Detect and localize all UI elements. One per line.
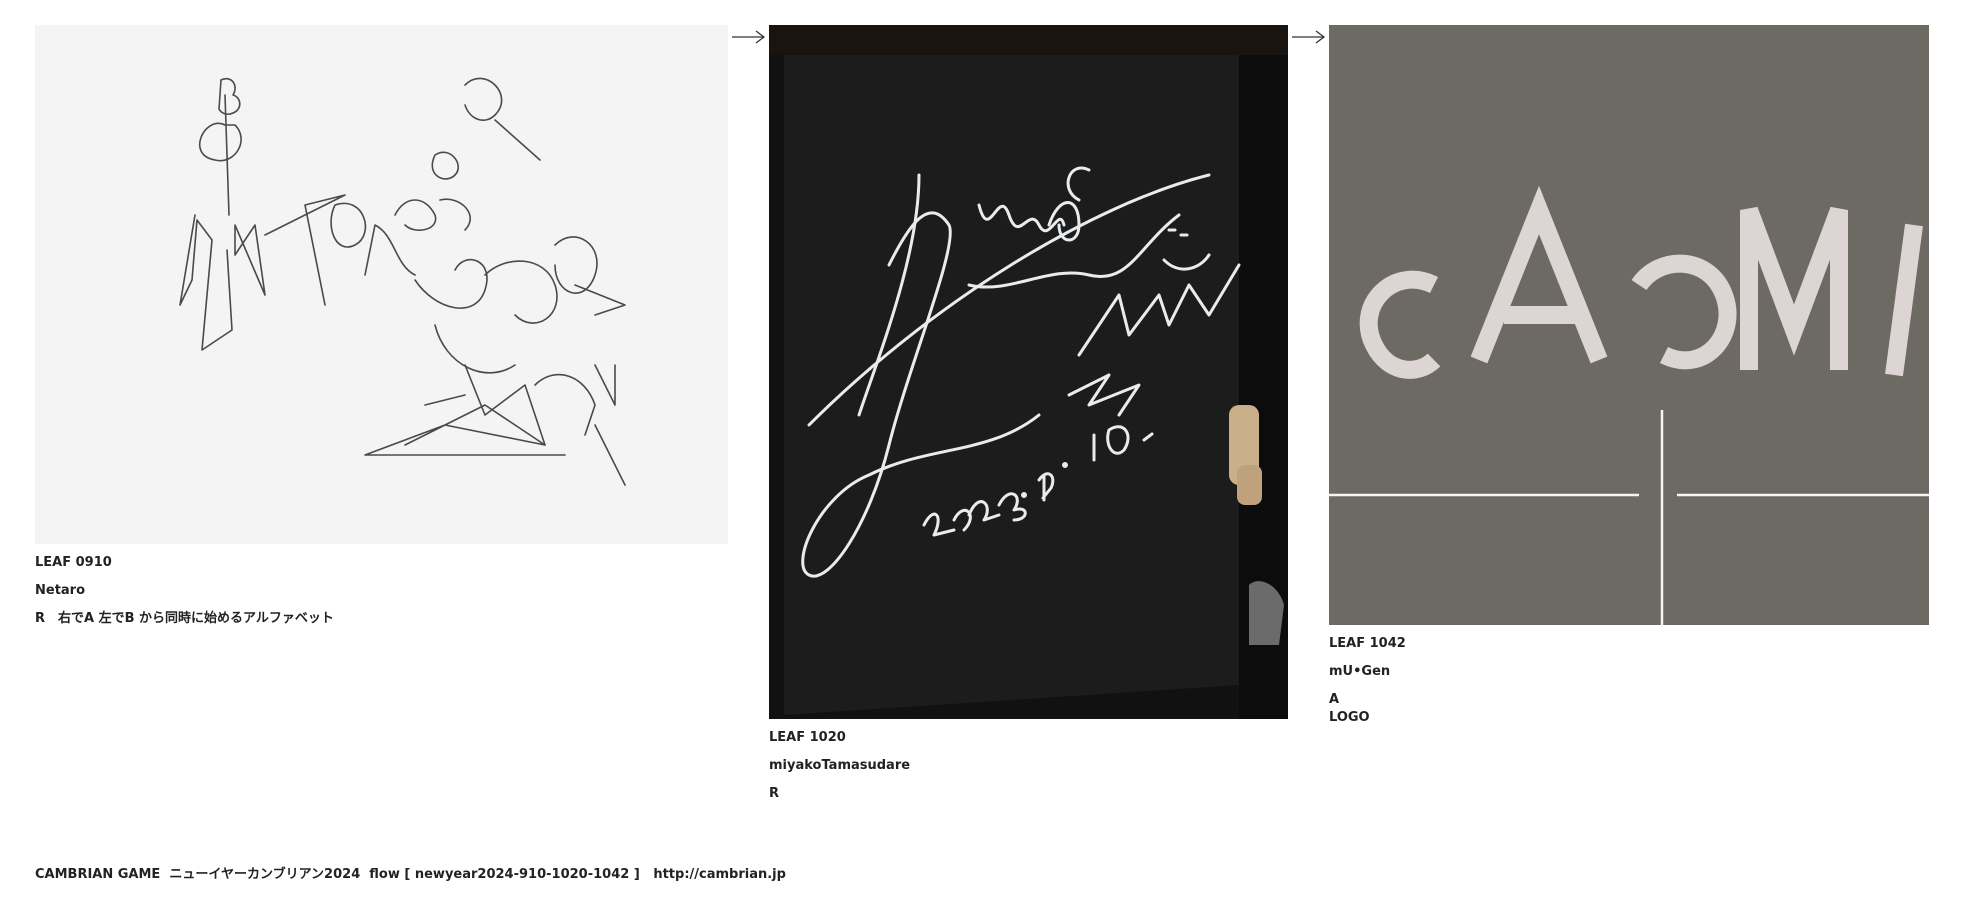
- felt-logo-image: [1329, 25, 1929, 625]
- leaf-card-1020: LEAF 1020 miyakoTamasudare R: [769, 25, 1288, 803]
- leaf-author[interactable]: Netaro: [35, 582, 728, 600]
- leaf-number: LEAF 1020: [769, 730, 846, 745]
- leaf-image-sketch[interactable]: [35, 25, 728, 544]
- leaf-author[interactable]: mU•Gen: [1329, 663, 1929, 681]
- leaf-note: R 右でA 左でB から同時に始めるアルファベット: [35, 611, 334, 626]
- leaf-number: LEAF 1042: [1329, 636, 1406, 651]
- leaf-card-0910: LEAF 0910 Netaro R 右でA 左でB から同時に始めるアルファベ…: [35, 25, 728, 628]
- leaf-image-logo[interactable]: [1329, 25, 1929, 625]
- leaf-card-1042: LEAF 1042 mU•Gen A LOGO: [1329, 25, 1929, 727]
- leaf-image-signature[interactable]: [769, 25, 1288, 719]
- footer-credit[interactable]: CAMBRIAN GAME ニューイヤーカンブリアン2024 flow [ ne…: [35, 866, 786, 884]
- arrow-right-icon: [732, 30, 766, 44]
- leaf-number: LEAF 0910: [35, 555, 112, 570]
- leaf-note: A LOGO: [1329, 692, 1370, 725]
- leaf-author[interactable]: miyakoTamasudare: [769, 757, 1288, 775]
- leaf-note: R: [769, 786, 780, 801]
- signature-board-image: [769, 25, 1288, 719]
- pencil-sketch-image: [35, 25, 728, 544]
- arrow-right-icon: [1292, 30, 1326, 44]
